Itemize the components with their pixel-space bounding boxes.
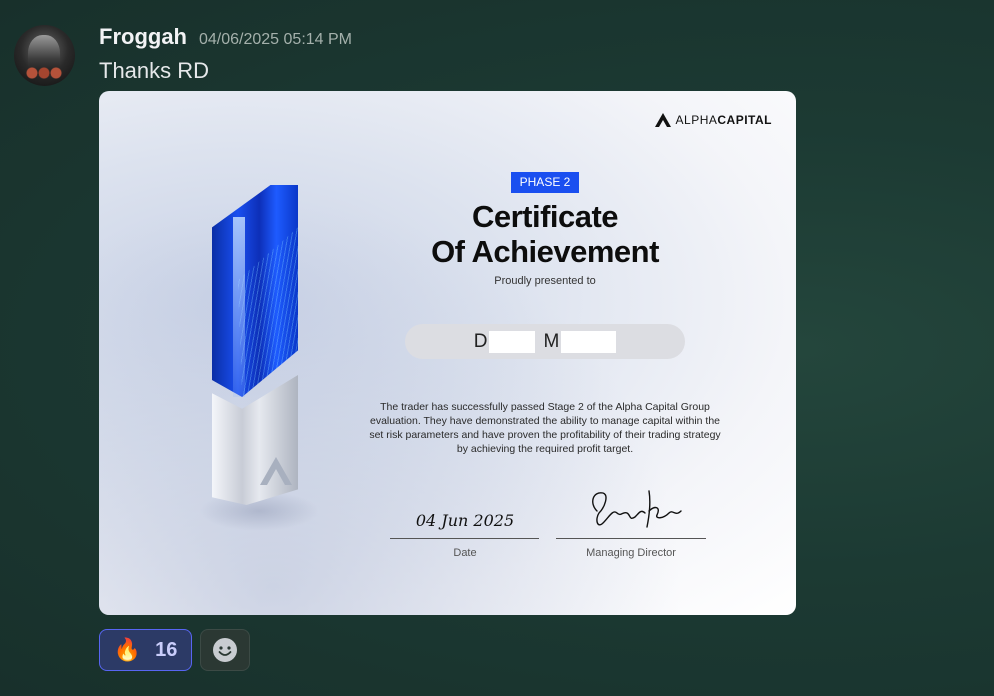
date-label: Date xyxy=(453,547,477,559)
presented-to-label: Proudly presented to xyxy=(494,275,596,287)
message-header: Froggah 04/06/2025 05:14 PM xyxy=(99,24,352,50)
certificate-date-value: 04 Jun 2025 xyxy=(415,511,515,530)
avatar-detail xyxy=(24,66,64,80)
brand-logo: ALPHACAPITAL xyxy=(654,111,772,129)
certificate-body-text: The trader has successfully passed Stage… xyxy=(369,401,721,455)
certificate-title-line1: Certificate xyxy=(471,199,619,234)
user-avatar[interactable] xyxy=(14,25,75,86)
message-text: Thanks RD xyxy=(99,58,210,83)
phase-badge: PHASE 2 xyxy=(511,172,579,193)
trophy-highlight xyxy=(233,217,245,397)
brand-name: ALPHACAPITAL xyxy=(676,113,772,127)
username[interactable]: Froggah xyxy=(99,24,187,50)
reaction-count: 16 xyxy=(155,638,178,661)
director-signature xyxy=(592,490,682,528)
fire-emoji-icon: 🔥 xyxy=(113,637,142,663)
smiley-add-reaction-icon xyxy=(213,638,237,662)
alpha-capital-logo-icon xyxy=(654,113,671,127)
date-signature-line xyxy=(390,538,539,539)
brand-name-bold: CAPITAL xyxy=(717,113,772,127)
message-timestamp: 04/06/2025 05:14 PM xyxy=(199,31,353,48)
redaction-block xyxy=(489,330,536,353)
certificate-title: Certificate Of Achievement xyxy=(339,199,751,269)
trophy-brand-logo-icon xyxy=(260,457,292,485)
redaction-block xyxy=(561,330,617,353)
recipient-initial-first: D xyxy=(473,330,488,352)
brand-name-light: ALPHA xyxy=(675,113,718,127)
image-attachment-certificate[interactable]: ALPHACAPITAL PHASE 2 Certificate Of Achi… xyxy=(99,91,796,615)
certificate-title-line2: Of Achievement xyxy=(431,234,659,269)
managing-director-label: Managing Director xyxy=(586,547,676,559)
director-signature-line xyxy=(556,538,706,539)
reaction-fire[interactable]: 🔥 16 xyxy=(99,629,192,671)
recipient-name-field: D M xyxy=(405,324,685,359)
add-reaction-button[interactable] xyxy=(200,629,250,671)
recipient-initial-last: M xyxy=(543,330,560,352)
